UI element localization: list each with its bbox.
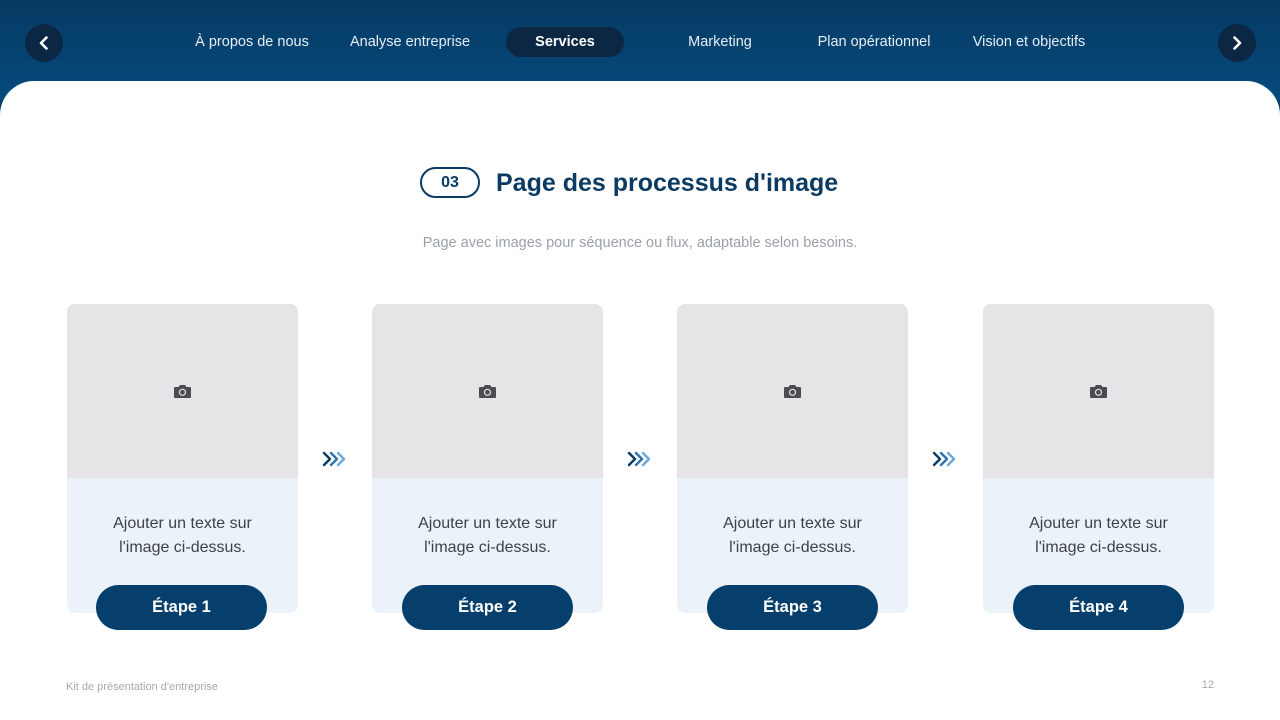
tab-marketing[interactable]: Marketing bbox=[668, 27, 772, 57]
chevron-left-icon bbox=[39, 36, 48, 50]
previous-button[interactable] bbox=[25, 24, 63, 62]
page-title: Page des processus d'image bbox=[496, 169, 839, 197]
tab-services[interactable]: Services bbox=[506, 27, 624, 57]
image-placeholder[interactable] bbox=[372, 304, 603, 478]
step-card-3: Ajouter un texte sur l'image ci-dessus. bbox=[677, 304, 908, 613]
tab-business-analysis[interactable]: Analyse entreprise bbox=[340, 27, 480, 57]
step-card-2: Ajouter un texte sur l'image ci-dessus. bbox=[372, 304, 603, 613]
section-number-badge: 03 bbox=[420, 167, 480, 198]
image-placeholder[interactable] bbox=[67, 304, 298, 478]
step-3-button[interactable]: Étape 3 bbox=[707, 585, 878, 630]
step-4-button[interactable]: Étape 4 bbox=[1013, 585, 1184, 630]
camera-icon bbox=[784, 385, 801, 398]
step-card-1: Ajouter un texte sur l'image ci-dessus. bbox=[67, 304, 298, 613]
step-card-4: Ajouter un texte sur l'image ci-dessus. bbox=[983, 304, 1214, 613]
page-number: 12 bbox=[1201, 679, 1214, 691]
step-description: Ajouter un texte sur l'image ci-dessus. bbox=[418, 515, 557, 556]
chevrons-right-icon bbox=[627, 451, 651, 467]
page-subtitle: Page avec images pour séquence ou flux, … bbox=[422, 235, 858, 251]
image-placeholder[interactable] bbox=[677, 304, 908, 478]
step-2-button[interactable]: Étape 2 bbox=[402, 585, 573, 630]
chevrons-right-icon bbox=[322, 451, 346, 467]
camera-icon bbox=[174, 385, 191, 398]
chevrons-right-icon bbox=[932, 451, 956, 467]
image-placeholder[interactable] bbox=[983, 304, 1214, 478]
tab-vision-goals[interactable]: Vision et objectifs bbox=[962, 27, 1096, 57]
tab-about-us[interactable]: À propos de nous bbox=[186, 27, 318, 57]
footer-title: Kit de présentation d'entreprise bbox=[66, 681, 218, 693]
step-description: Ajouter un texte sur l'image ci-dessus. bbox=[723, 515, 862, 556]
camera-icon bbox=[479, 385, 496, 398]
chevron-right-icon bbox=[1233, 36, 1242, 50]
tab-operational-plan[interactable]: Plan opérationnel bbox=[806, 27, 942, 57]
next-button[interactable] bbox=[1218, 24, 1256, 62]
step-description: Ajouter un texte sur l'image ci-dessus. bbox=[113, 515, 252, 556]
step-description: Ajouter un texte sur l'image ci-dessus. bbox=[1029, 515, 1168, 556]
step-1-button[interactable]: Étape 1 bbox=[96, 585, 267, 630]
camera-icon bbox=[1090, 385, 1107, 398]
